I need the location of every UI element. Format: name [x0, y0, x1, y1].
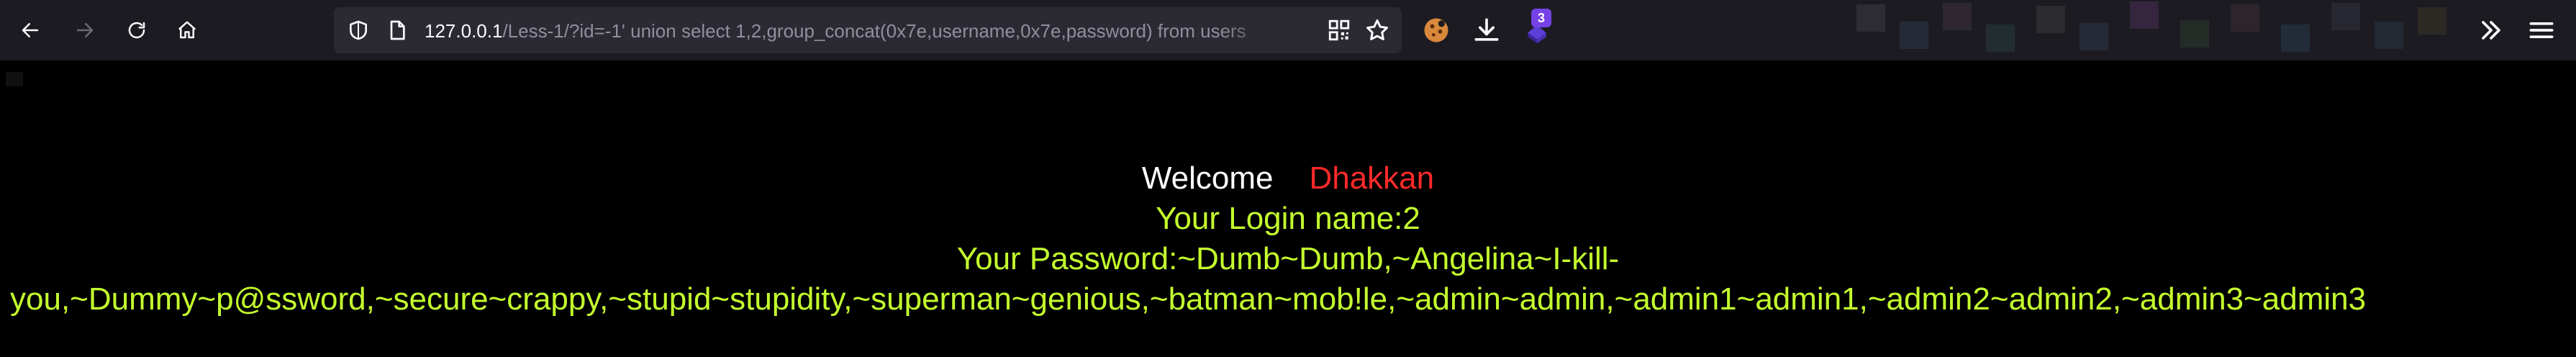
- tile-decor: [1856, 4, 1885, 32]
- reload-icon: [128, 22, 145, 39]
- tile-decor: [2331, 3, 2360, 30]
- url-bar[interactable]: 127.0.0.1/Less-1/?id=-1' union select 1,…: [334, 7, 1402, 53]
- cookie-extension-icon[interactable]: [1420, 14, 1452, 46]
- qr-code-icon[interactable]: [1327, 18, 1351, 42]
- password-block: Your Password:~Dumb~Dumb,~Angelina~I-kil…: [0, 239, 2576, 320]
- reload-button[interactable]: [119, 13, 154, 48]
- tile-decor: [2231, 4, 2259, 32]
- page-icon[interactable]: [386, 19, 409, 42]
- password-line-2: you,~Dummy~p@ssword,~secure~crappy,~stup…: [10, 281, 2367, 317]
- url-host: 127.0.0.1: [425, 20, 503, 42]
- forward-button[interactable]: [68, 13, 102, 48]
- tile-decor: [2281, 24, 2310, 52]
- tile-decor: [2375, 22, 2403, 49]
- tile-decor: [2418, 7, 2446, 35]
- back-button[interactable]: [13, 13, 47, 48]
- welcome-label: Welcome: [1141, 161, 1274, 196]
- url-path: /Less-1/?id=-1' union select 1,2,group_c…: [502, 20, 1246, 42]
- url-fade: [1219, 16, 1284, 45]
- tile-decor: [1986, 24, 2015, 52]
- browser-toolbar: 127.0.0.1/Less-1/?id=-1' union select 1,…: [0, 0, 2576, 60]
- tile-decor: [2130, 1, 2159, 29]
- tile-decor: [2180, 20, 2209, 48]
- home-icon: [178, 21, 196, 39]
- login-name-line: Your Login name:2: [1156, 201, 1420, 236]
- star-icon[interactable]: [1364, 17, 1390, 43]
- shield-icon[interactable]: [347, 19, 370, 42]
- extension-badge: 3: [1531, 9, 1551, 27]
- download-icon[interactable]: [1471, 14, 1502, 46]
- menu-icon[interactable]: [2526, 14, 2557, 46]
- password-line-1: Your Password:~Dumb~Dumb,~Angelina~I-kil…: [956, 241, 1620, 276]
- tile-decor: [1900, 22, 1928, 49]
- overflow-chevron-icon[interactable]: [2475, 14, 2507, 46]
- forward-icon: [76, 23, 94, 37]
- page-content: Welcome Dhakkan Your Login name:2 Your Pa…: [0, 158, 2576, 320]
- tile-decor: [1943, 3, 1972, 30]
- page-corner-box: [6, 72, 23, 86]
- welcome-name: Dhakkan: [1309, 161, 1435, 196]
- back-icon: [22, 23, 39, 37]
- tile-decor: [2080, 23, 2108, 50]
- tile-decor: [2036, 6, 2065, 33]
- home-button[interactable]: [170, 13, 204, 48]
- welcome-line: Welcome Dhakkan: [0, 158, 2576, 199]
- url-input[interactable]: 127.0.0.1/Less-1/?id=-1' union select 1,…: [425, 19, 1281, 42]
